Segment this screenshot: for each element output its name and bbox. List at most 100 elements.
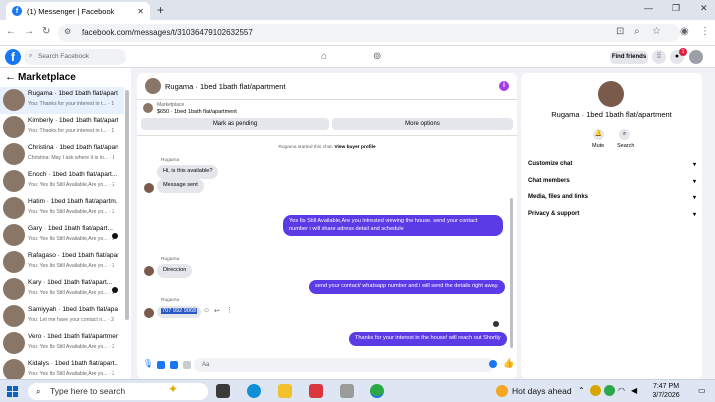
image-icon[interactable] [157,361,165,369]
conversation-item[interactable]: Rafagaso · 1bed 1bath flat/apar... You: Y… [0,249,124,276]
chevron-up-icon[interactable]: ⌃ [578,386,585,395]
chat-scrollbar[interactable] [510,198,513,348]
browser-menu-icon[interactable]: ⋮ [700,26,710,37]
incoming-message[interactable]: 707 992 9068 [157,306,202,318]
reload-icon[interactable]: ↻ [42,26,50,37]
incoming-message[interactable]: Hi, is this available? [157,165,219,179]
tray-app-icon[interactable] [604,385,615,396]
started-note-text: Rugama started this chat. [278,145,334,150]
home-icon[interactable]: ⌂ [321,51,327,62]
close-tab-icon[interactable]: ✕ [137,7,144,16]
customize-chat-row[interactable]: Customize chat ▾ [528,161,696,168]
conversation-item[interactable]: Rugama · 1bed 1bath flat/apart... You: Th… [0,87,124,114]
conversation-item[interactable]: Enoch · 1bed 1bath flat/apart... You: Yes… [0,168,124,195]
conversation-item[interactable]: Kimberly · 1bed 1bath flat/apart... You: … [0,114,124,141]
minimize-icon[interactable]: — [644,3,653,13]
conversation-item[interactable]: Kidalys · 1bed 1bath flat/apart... You: Y… [0,357,124,379]
privacy-support-row[interactable]: Privacy & support ▾ [528,211,696,218]
conversation-item[interactable]: Samiyyah · 1bed 1bath flat/apar... You: L… [0,303,124,330]
conversation-item[interactable]: Kary · 1bed 1bath flat/apart... You: Yes … [0,276,124,303]
taskbar-search-input[interactable]: Type here to search [28,383,208,400]
tray-app-icon[interactable] [590,385,601,396]
facebook-search-input[interactable]: Search Facebook [24,49,126,65]
site-info-icon[interactable]: ⚙ [64,27,71,36]
avatar[interactable] [145,78,161,94]
back-arrow-icon[interactable]: ← [5,71,16,83]
outgoing-message[interactable]: Thanks for your interest in the house! w… [349,332,507,346]
info-icon[interactable]: i [499,81,509,91]
search-label: Search [617,143,635,149]
details-title: Rugama · 1bed 1bath flat/apartment [551,110,672,119]
find-friends-button[interactable]: Find friends [610,51,648,64]
more-options-button[interactable]: More options [332,118,513,130]
microphone-icon[interactable]: 🎙 [143,359,153,368]
url-input[interactable]: facebook.com/messages/t/3103647910263255… [58,24,680,42]
wifi-icon[interactable]: ◠ [618,386,625,395]
notifications-icon[interactable]: ▭ [698,386,706,395]
gif-icon[interactable] [183,361,191,369]
chrome-browser-icon[interactable] [370,384,384,398]
avatar [144,266,154,276]
mark-as-pending-button[interactable]: Mark as pending [141,118,329,130]
menu-grid-icon[interactable]: ⁞⁞ [652,50,666,64]
avatar [3,359,25,379]
chat-members-row[interactable]: Chat members ▾ [528,178,696,185]
close-window-icon[interactable]: ✕ [700,3,708,14]
row-label: Customize chat [528,161,573,167]
groups-icon[interactable]: ⊚ [373,51,381,62]
reply-icon[interactable]: ↩ [214,307,220,315]
row-label: Privacy & support [528,211,580,217]
conversation-item[interactable]: Hatim · 1bed 1bath flat/apartm... You: Ye… [0,195,124,222]
search-icon[interactable]: ⌕ [619,129,630,140]
app-icon[interactable] [340,384,354,398]
facebook-logo-icon[interactable]: f [5,49,21,65]
outgoing-message[interactable]: send your contact/ whatsapp number and i… [309,280,505,294]
conversation-item[interactable]: Christina · 1bed 1bath flat/apart... Chri… [0,141,124,168]
chat-title[interactable]: Rugama · 1bed 1bath flat/apartment [165,82,286,91]
incoming-message[interactable]: Message sent [157,179,204,193]
message-input[interactable]: Aa [194,358,494,372]
volume-icon[interactable]: ◀ [631,386,637,395]
edge-browser-icon[interactable] [247,384,261,398]
conversation-item[interactable]: Gary · 1bed 1bath flat/apart... You: Yes … [0,222,124,249]
office-app-icon[interactable] [309,384,323,398]
emoji-icon[interactable] [489,360,497,368]
phone-number-selection[interactable]: 707 992 9068 [161,308,198,314]
mute-bell-icon[interactable]: 🔔 [593,129,604,140]
profile-icon[interactable]: ◉ [680,26,689,37]
view-buyer-profile-link[interactable]: View buyer profile [334,145,375,150]
thumbs-up-icon[interactable]: 👍 [503,358,514,369]
conversation-preview: You: Thanks for your interest in t... · … [28,101,114,107]
taskbar-clock[interactable]: 7:47 PM 3/7/2026 [646,382,686,400]
media-files-links-row[interactable]: Media, files and links ▾ [528,194,696,201]
avatar[interactable] [598,81,624,107]
browser-tab[interactable]: f (1) Messenger | Facebook ✕ [6,2,150,20]
conversation-item[interactable]: Vero · 1bed 1bath flat/apartment You: Yes… [0,330,124,357]
zoom-icon[interactable]: ⌕ [634,26,640,37]
weather-text[interactable]: Hot days ahead [512,386,572,396]
file-explorer-icon[interactable] [278,384,292,398]
back-arrow-icon[interactable]: ← [6,26,16,37]
task-view-icon[interactable] [216,384,230,398]
outgoing-message[interactable]: Yes Its Still Available,Are you intreste… [283,215,503,236]
conversation-preview: You: Yes Its Still Available,Are yo... ·… [28,371,114,377]
listing-banner[interactable]: Marketplace $650 · 1bed 1bath flat/apart… [141,101,513,117]
windows-taskbar: Type here to search ⌕ ✦ Hot days ahead ⌃… [0,379,715,402]
more-icon[interactable]: ⋮ [226,306,233,314]
divider [137,135,517,136]
incoming-message[interactable]: Direccion [157,264,193,278]
install-app-icon[interactable]: ⊡ [616,26,624,37]
bookmark-star-icon[interactable]: ☆ [652,26,661,37]
sidebar-scrollbar[interactable] [125,90,129,320]
react-smiley-icon[interactable]: ☺ [203,307,210,314]
marketplace-sidebar: ← Marketplace Rugama · 1bed 1bath flat/a… [0,68,131,379]
account-avatar[interactable] [689,50,703,64]
sticker-icon[interactable] [170,361,178,369]
search-icon: ⌕ [29,53,33,59]
avatar [3,89,25,111]
maximize-icon[interactable]: ❐ [672,3,680,14]
conversation-title: Gary · 1bed 1bath flat/apart... [28,225,113,232]
forward-arrow-icon[interactable]: → [24,26,34,37]
new-tab-icon[interactable]: + [157,3,164,17]
windows-start-icon[interactable] [7,386,18,397]
